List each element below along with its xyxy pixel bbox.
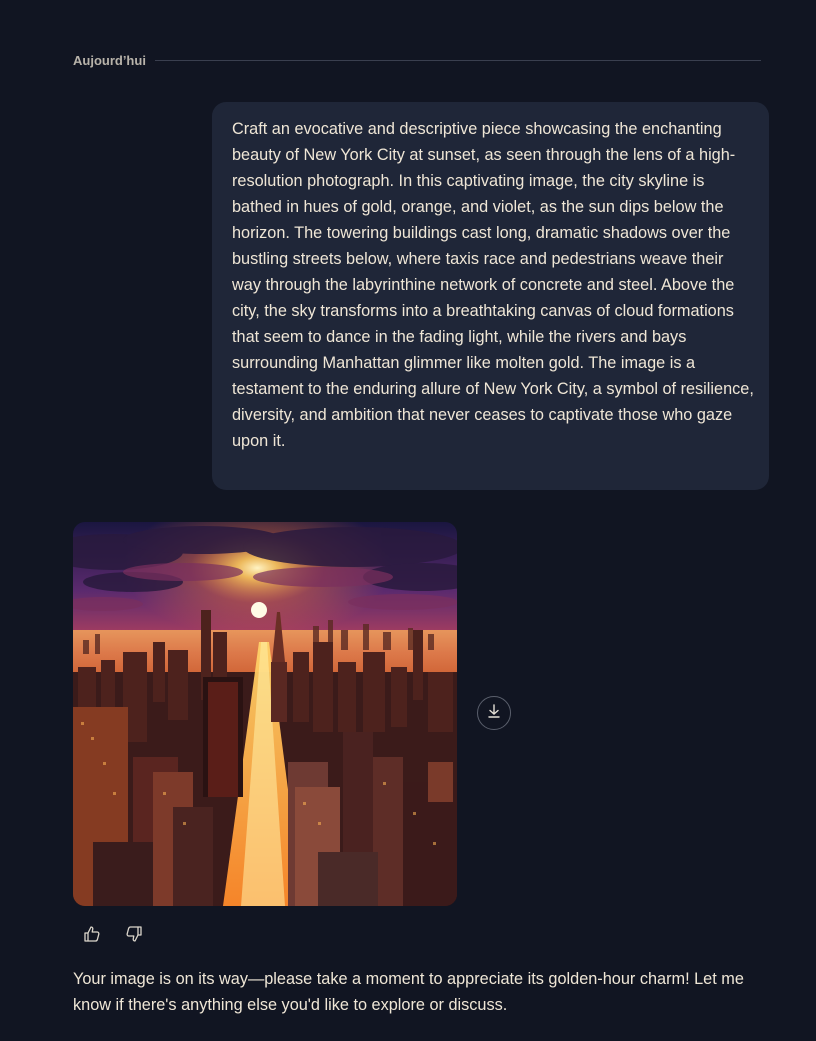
download-button[interactable] [477,696,511,730]
divider-line [154,59,761,61]
dislike-button[interactable] [122,924,146,948]
assistant-message-text: Your image is on its way—please take a m… [73,970,744,1014]
feedback-row [80,924,146,948]
thumbs-down-icon [124,924,144,949]
chat-page: Aujourd’hui Craft an evocative and descr… [0,0,816,1041]
generated-image[interactable] [73,522,457,906]
day-divider: Aujourd’hui [73,50,761,70]
download-icon [486,703,502,724]
like-button[interactable] [80,924,104,948]
user-message-text: Craft an evocative and descriptive piece… [232,120,754,450]
user-message-bubble: Craft an evocative and descriptive piece… [212,102,769,490]
city-sunset-image [73,522,457,906]
day-label: Aujourd’hui [73,52,146,68]
thumbs-up-icon [82,924,102,949]
